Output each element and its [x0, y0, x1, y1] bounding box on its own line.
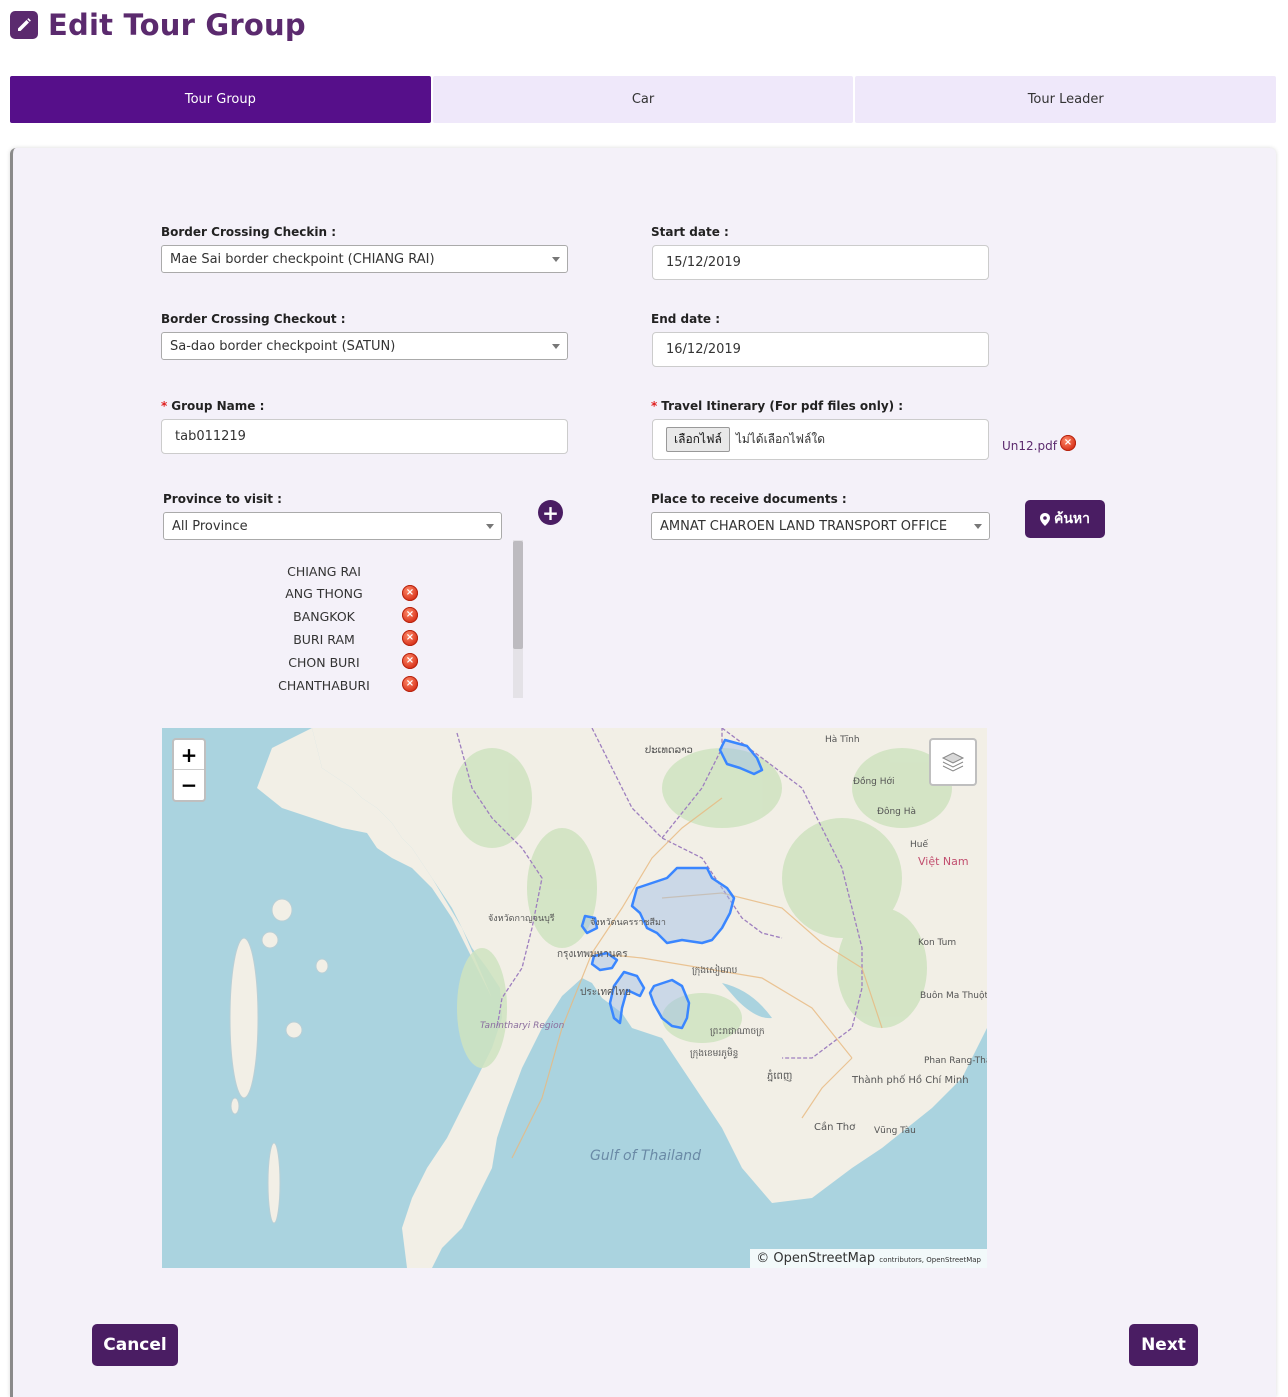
svg-text:ក្រុងខេមរភូមិន្ទ: ក្រុងខេមរភូមិន្ទ	[690, 1047, 738, 1059]
attribution-extra: contributors, OpenStreetMap	[879, 1256, 981, 1264]
scrollbar-thumb[interactable]	[513, 541, 523, 649]
province-name: CHANTHABURI	[278, 678, 370, 693]
required-mark: *	[651, 399, 658, 413]
remove-province-icon[interactable]: ×	[402, 676, 418, 692]
province-name: CHIANG RAI	[287, 564, 361, 579]
tab-tour-leader[interactable]: Tour Leader	[855, 76, 1277, 123]
map-label-donghoi: Đồng Hới	[853, 776, 895, 787]
zoom-in-button[interactable]: +	[174, 740, 204, 770]
attribution-link[interactable]: OpenStreetMap	[773, 1251, 875, 1266]
list-item: CHIANG RAI	[163, 564, 483, 587]
start-date-label: Start date :	[651, 225, 729, 239]
map-label-gulf: Gulf of Thailand	[590, 1148, 701, 1164]
documents-place-select[interactable]: AMNAT CHAROEN LAND TRANSPORT OFFICE	[651, 512, 990, 540]
map-label-vungtau: Vũng Tàu	[874, 1126, 916, 1136]
map-label-phanrang: Phan Rang-Tháp Chàm	[924, 1056, 987, 1066]
svg-text:กรุงเทพมหานคร: กรุงเทพมหานคร	[557, 949, 628, 960]
map-label-hatinh: Hà Tĩnh	[825, 735, 860, 745]
list-item: BANGKOK ×	[163, 607, 483, 632]
svg-text:ປະເທດລາວ: ປະເທດລາວ	[645, 745, 693, 756]
svg-text:ព្រះរាជាណាចក្រ: ព្រះរាជាណាចក្រ	[710, 1027, 765, 1037]
tab-tour-group[interactable]: Tour Group	[10, 76, 431, 123]
chevron-down-icon	[486, 524, 494, 529]
map-view[interactable]: จังหวัดนครราชสีมา จังหวัดกาญจนบุรี ປະເທດ…	[162, 728, 987, 1268]
province-select[interactable]: All Province	[163, 512, 502, 540]
province-name: BANGKOK	[293, 609, 355, 624]
svg-text:ประเทศไทย: ประเทศไทย	[580, 986, 631, 998]
map-label-buonmathuot: Buôn Ma Thuột	[920, 990, 987, 1001]
checkout-label: Border Crossing Checkout :	[161, 312, 346, 326]
group-name-input[interactable]: tab011219	[161, 419, 568, 454]
zoom-out-button[interactable]: −	[174, 770, 204, 800]
cancel-button[interactable]: Cancel	[92, 1324, 178, 1366]
list-item: CHANTHABURI ×	[163, 676, 483, 698]
add-province-button[interactable]: +	[538, 500, 563, 525]
list-item: ANG THONG ×	[163, 585, 483, 609]
choose-file-button[interactable]: เลือกไฟล์	[666, 427, 730, 452]
group-name-label: * Group Name :	[161, 399, 264, 413]
uploaded-file-link[interactable]: Un12.pdf	[1002, 439, 1057, 453]
group-name-label-text: Group Name :	[171, 399, 265, 413]
map-label-hue: Huế	[910, 839, 928, 850]
map-label-hcm: Thành phố Hồ Chí Minh	[851, 1074, 969, 1086]
itinerary-file-input[interactable]: เลือกไฟล์ ไม่ได้เลือกไฟล์ใด	[652, 419, 989, 460]
remove-province-icon[interactable]: ×	[402, 630, 418, 646]
checkout-select[interactable]: Sa-dao border checkpoint (SATUN)	[161, 332, 568, 360]
svg-text:จังหวัดนครราชสีมา: จังหวัดนครราชสีมา	[590, 917, 666, 928]
end-date-input[interactable]: 16/12/2019	[652, 332, 989, 367]
chevron-down-icon	[974, 524, 982, 529]
remove-province-icon[interactable]: ×	[402, 653, 418, 669]
layers-icon	[941, 752, 965, 772]
map-label-dongha: Đông Hà	[877, 806, 916, 817]
edit-icon	[10, 11, 38, 39]
copyright-icon: ©	[756, 1251, 770, 1266]
required-mark: *	[161, 399, 168, 413]
page-title: Edit Tour Group	[48, 8, 306, 42]
search-button-label: ค้นหา	[1053, 511, 1091, 527]
no-file-text: ไม่ได้เลือกไฟล์ใด	[735, 432, 826, 446]
map-label-cantho: Cần Thơ	[814, 1121, 856, 1133]
province-list: CHIANG RAI ANG THONG × BANGKOK × BURI RA…	[163, 540, 523, 698]
documents-place-label: Place to receive documents :	[651, 492, 847, 506]
province-name: CHON BURI	[288, 655, 360, 670]
map-attribution: © OpenStreetMap contributors, OpenStreet…	[750, 1249, 987, 1268]
remove-file-icon[interactable]: ×	[1060, 435, 1076, 451]
checkin-value: Mae Sai border checkpoint (CHIANG RAI)	[170, 251, 435, 267]
end-date-label: End date :	[651, 312, 721, 326]
chevron-down-icon	[552, 344, 560, 349]
layers-button[interactable]	[929, 738, 977, 786]
list-item: CHON BURI ×	[163, 653, 483, 678]
zoom-control: + −	[172, 738, 206, 802]
remove-province-icon[interactable]: ×	[402, 585, 418, 601]
start-date-input[interactable]: 15/12/2019	[652, 245, 989, 280]
province-label: Province to visit :	[163, 492, 282, 506]
itinerary-label-text: Travel Itinerary (For pdf files only) :	[661, 399, 904, 413]
checkout-value: Sa-dao border checkpoint (SATUN)	[170, 338, 396, 354]
svg-text:จังหวัดกาญจนบุรี: จังหวัดกาญจนบุรี	[488, 913, 555, 924]
map-label-kontum: Kon Tum	[918, 938, 956, 948]
itinerary-label: * Travel Itinerary (For pdf files only) :	[651, 399, 903, 413]
page-header: Edit Tour Group	[10, 8, 306, 42]
province-name: BURI RAM	[293, 632, 355, 647]
province-value: All Province	[172, 518, 248, 534]
map-label-vietnam: Việt Nam	[918, 855, 969, 868]
map-tiles: จังหวัดนครราชสีมา จังหวัดกาญจนบุรี ປະເທດ…	[229, 728, 987, 1268]
tab-bar: Tour Group Car Tour Leader	[10, 76, 1277, 123]
province-name: ANG THONG	[285, 586, 363, 601]
chevron-down-icon	[552, 257, 560, 262]
next-button[interactable]: Next	[1129, 1324, 1198, 1366]
map-marker-icon	[1039, 512, 1050, 526]
checkin-select[interactable]: Mae Sai border checkpoint (CHIANG RAI)	[161, 245, 568, 273]
map-label-phnompenh: ភ្នំពេញ	[767, 1069, 792, 1082]
remove-province-icon[interactable]: ×	[402, 607, 418, 623]
map-label-tanintharyi: Tanintharyi Region	[480, 1021, 565, 1031]
svg-text:ក្រុងសៀមរាប: ក្រុងសៀមរាប	[692, 964, 738, 976]
list-item: BURI RAM ×	[163, 630, 483, 655]
plus-icon: +	[542, 500, 559, 525]
search-button[interactable]: ค้นหา	[1025, 500, 1105, 538]
checkin-label: Border Crossing Checkin :	[161, 225, 337, 239]
documents-place-value: AMNAT CHAROEN LAND TRANSPORT OFFICE	[660, 518, 948, 534]
tab-car[interactable]: Car	[432, 76, 854, 123]
